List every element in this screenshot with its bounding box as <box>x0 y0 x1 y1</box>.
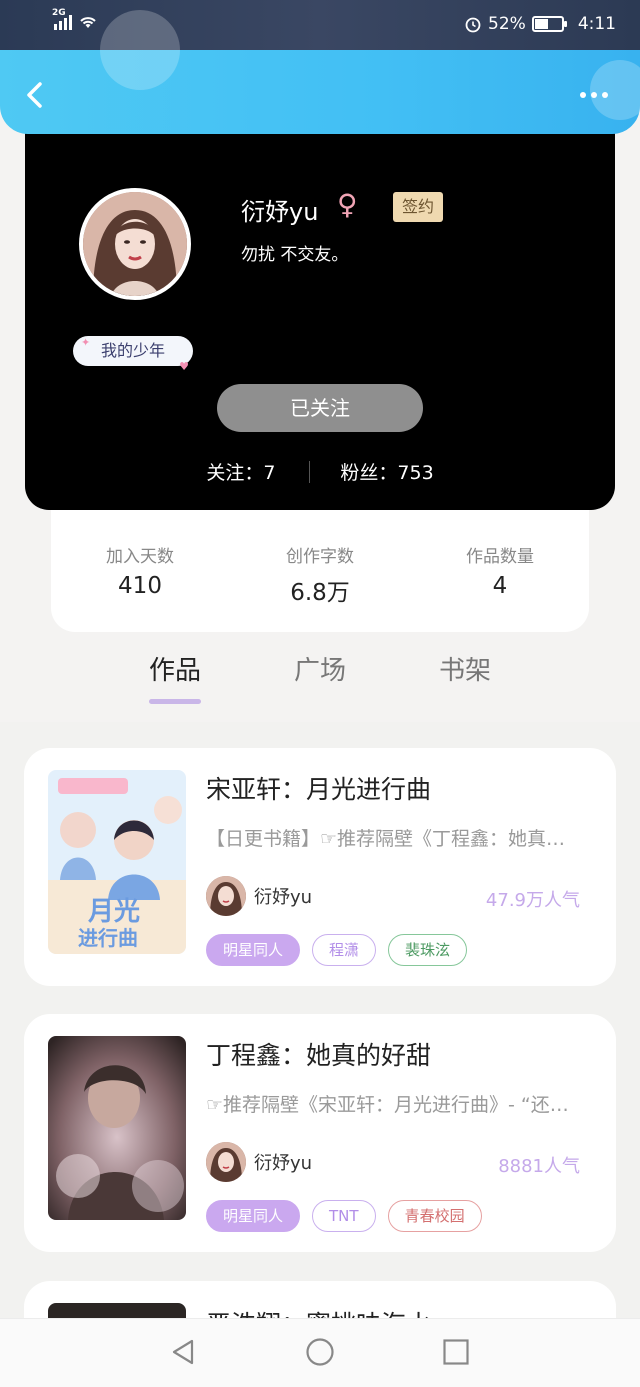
divider <box>309 460 311 483</box>
battery-icon <box>531 16 567 32</box>
profile-card: 衍妤yu ♀ 签约 勿扰 不交友。 我的少年 已关注 关注：7 粉丝：753 <box>25 118 615 510</box>
svg-text:进行曲: 进行曲 <box>78 926 138 950</box>
battery-percent: 52% <box>488 14 526 34</box>
circle-home-icon[interactable] <box>305 1337 335 1367</box>
stat-value: 6.8万 <box>290 580 350 606</box>
work-title: 丁程鑫：她真的好甜 <box>206 1041 432 1070</box>
profile-tabs: 作品 广场 书架 <box>0 650 640 710</box>
stat-value: 4 <box>492 573 508 599</box>
stats-card: 加入天数 410 创作字数 6.8万 作品数量 4 <box>51 500 589 632</box>
tab-label: 作品 <box>148 656 201 686</box>
triangle-back-icon[interactable] <box>168 1337 198 1367</box>
stat-word-count: 创作字数 6.8万 <box>240 542 400 607</box>
work-tag[interactable]: 程潇 <box>312 934 377 966</box>
chevron-left-icon[interactable] <box>18 78 52 112</box>
status-bar: 2G 52% 4:11 <box>0 0 640 50</box>
clock: 4:11 <box>577 14 616 34</box>
popularity-count: 8881人气 <box>498 1156 580 1177</box>
svg-text:月光: 月光 <box>87 897 140 927</box>
tab-bookshelf[interactable]: 书架 <box>430 650 500 704</box>
work-tag[interactable]: 青春校园 <box>387 1200 482 1232</box>
square-recents-icon[interactable] <box>441 1337 471 1367</box>
work-description: ☞推荐隔壁《宋亚轩：月光进行曲》- “还… <box>206 1094 569 1116</box>
author-name: 衍妤yu <box>254 887 313 908</box>
popularity-count: 47.9万人气 <box>485 890 580 911</box>
work-author: 衍妤yu <box>206 1142 312 1182</box>
follow-stats: 关注：7 粉丝：753 <box>25 458 615 485</box>
stat-label: 作品数量 <box>466 547 534 567</box>
work-tag[interactable]: 明星同人 <box>206 934 301 966</box>
alarm-icon <box>465 17 481 33</box>
user-bio: 勿扰 不交友。 <box>241 245 349 265</box>
work-card[interactable]: 月光 进行曲 宋亚轩：月光进行曲 【日更书籍】☞推荐隔壁《丁程鑫：她真… 衍妤y… <box>24 748 616 986</box>
book-cover[interactable]: 月光 进行曲 <box>48 770 186 954</box>
network-type: 2G <box>52 8 66 18</box>
top-bar <box>0 10 640 134</box>
work-card[interactable]: 丁程鑫：她真的好甜 ☞推荐隔壁《宋亚轩：月光进行曲》- “还… 衍妤yu 888… <box>24 1014 616 1252</box>
tab-works[interactable]: 作品 <box>140 650 210 704</box>
work-tag[interactable]: 裴珠泫 <box>388 934 468 966</box>
work-description: 【日更书籍】☞推荐隔壁《丁程鑫：她真… <box>206 828 566 850</box>
tab-square[interactable]: 广场 <box>285 650 355 704</box>
tab-indicator <box>149 699 201 704</box>
tab-label: 广场 <box>293 656 346 686</box>
username: 衍妤yu <box>241 198 319 226</box>
following-count[interactable]: 关注：7 <box>206 458 275 485</box>
tab-label: 书架 <box>438 656 491 686</box>
signed-badge: 签约 <box>393 192 444 222</box>
stat-value: 410 <box>118 573 162 599</box>
female-symbol-icon: ♀ <box>337 188 358 221</box>
stat-join-days: 加入天数 410 <box>60 542 220 599</box>
stat-label: 创作字数 <box>286 547 354 567</box>
author-avatar <box>206 1142 246 1182</box>
followers-count[interactable]: 粉丝：753 <box>340 458 433 485</box>
followed-button[interactable]: 已关注 <box>217 384 423 432</box>
author-avatar <box>206 876 246 916</box>
work-tag[interactable]: 明星同人 <box>206 1200 301 1232</box>
work-tag[interactable]: TNT <box>312 1200 376 1232</box>
stat-works-count: 作品数量 4 <box>420 542 580 599</box>
work-title: 宋亚轩：月光进行曲 <box>206 775 432 804</box>
work-tags: 明星同人 TNT 青春校园 <box>206 1200 482 1232</box>
work-tags: 明星同人 程潇 裴珠泫 <box>206 934 468 966</box>
more-dots-icon[interactable] <box>580 88 614 102</box>
system-nav-bar <box>0 1318 640 1387</box>
book-cover[interactable] <box>48 1036 186 1220</box>
work-author: 衍妤yu <box>206 876 312 916</box>
avatar[interactable] <box>79 188 191 300</box>
cell-signal-icon: 2G <box>52 8 72 30</box>
author-name: 衍妤yu <box>254 1153 313 1174</box>
wifi-icon <box>78 14 98 30</box>
profile-tag: 我的少年 <box>73 328 193 382</box>
stat-label: 加入天数 <box>106 547 174 567</box>
